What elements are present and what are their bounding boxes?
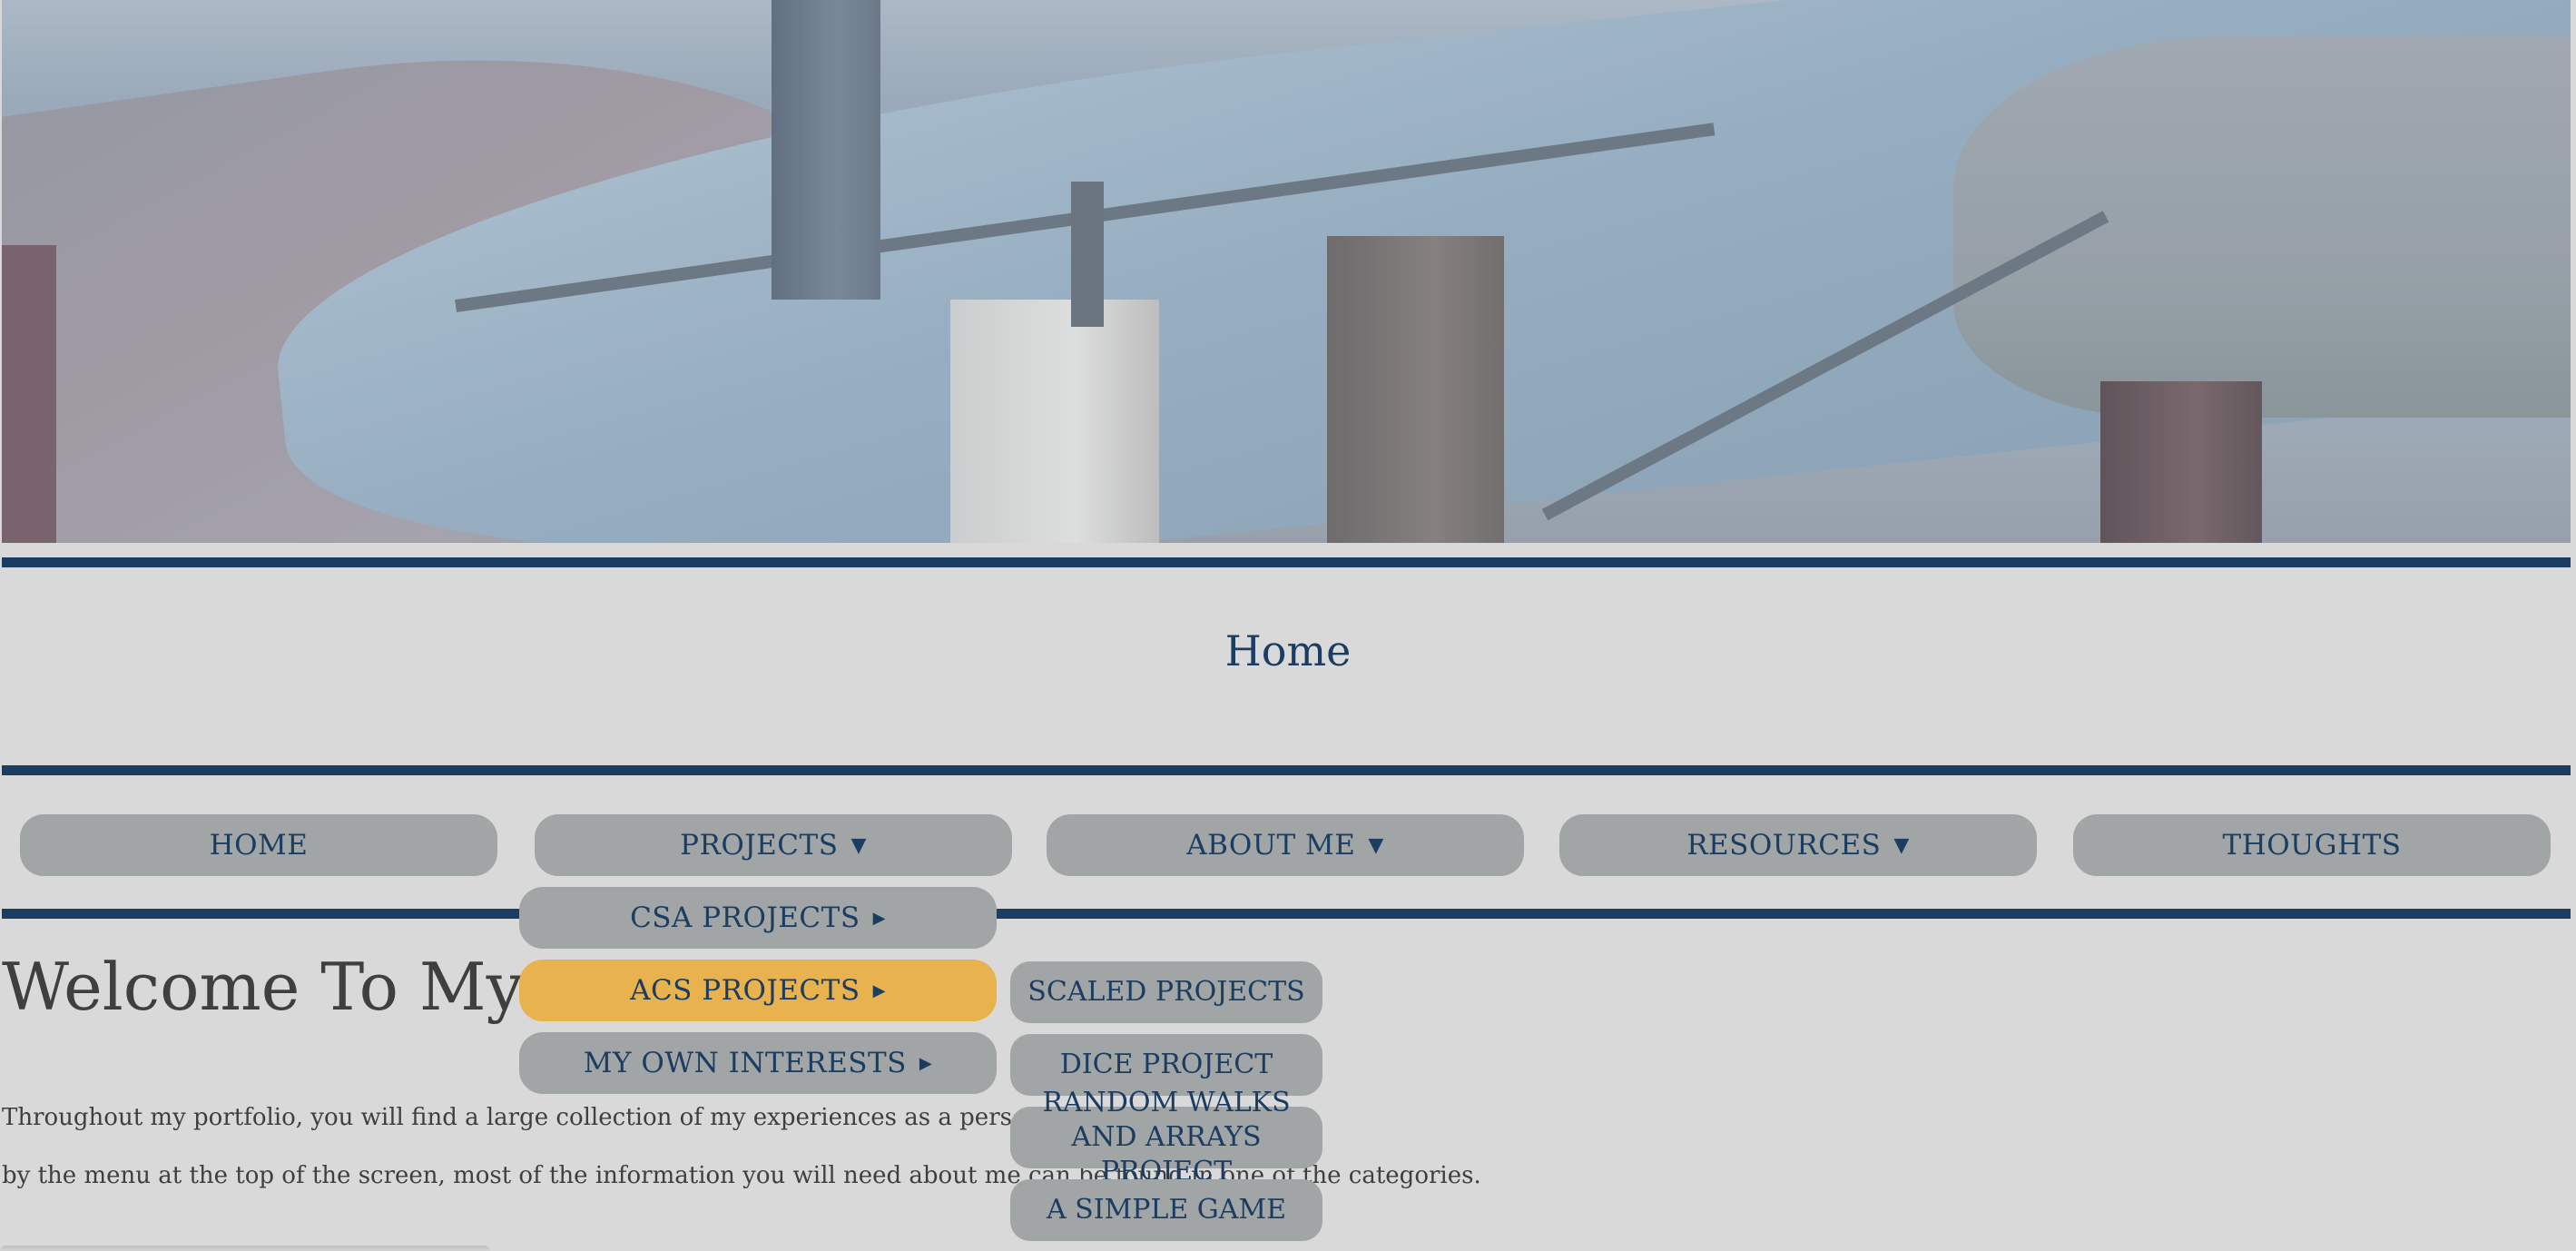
- nav-label: HOME: [209, 829, 309, 862]
- nav-projects-button[interactable]: PROJECTS ▼: [535, 814, 1012, 876]
- menu-acs-projects[interactable]: ACS PROJECTS ▶: [519, 960, 997, 1021]
- hero-image: [2, 0, 2571, 543]
- caret-down-icon: ▼: [1368, 833, 1384, 857]
- nav-rule: [2, 909, 2571, 919]
- caret-right-icon: ▶: [872, 908, 886, 928]
- caret-right-icon: ▶: [919, 1053, 933, 1073]
- caret-right-icon: ▶: [872, 980, 886, 1000]
- nav-label: RESOURCES: [1686, 829, 1882, 862]
- nav-thoughts-button[interactable]: THOUGHTS: [2073, 814, 2551, 876]
- nav-home-button[interactable]: HOME: [20, 814, 497, 876]
- caret-down-icon: ▼: [850, 833, 867, 857]
- submenu-a-simple-game[interactable]: A SIMPLE GAME: [1010, 1179, 1322, 1241]
- submenu-random-walks-arrays[interactable]: RANDOM WALKS AND ARRAYS PROJECT: [1010, 1087, 1322, 1187]
- nav-resources-button[interactable]: RESOURCES ▼: [1559, 814, 2037, 876]
- nav-label: THOUGHTS: [2222, 829, 2402, 862]
- page-title: Home: [1224, 626, 1352, 675]
- menu-label: MY OWN INTERESTS: [583, 1047, 907, 1079]
- nav-about-me-button[interactable]: ABOUT ME ▼: [1047, 814, 1524, 876]
- menu-label: ACS PROJECTS: [630, 974, 860, 1007]
- menu-csa-projects[interactable]: CSA PROJECTS ▶: [519, 887, 997, 949]
- submenu-scaled-projects[interactable]: SCALED PROJECTS: [1010, 961, 1322, 1023]
- title-rule: [2, 765, 2571, 775]
- menu-label: CSA PROJECTS: [630, 901, 860, 934]
- nav-label: PROJECTS: [680, 829, 839, 862]
- nav-label: ABOUT ME: [1186, 829, 1356, 862]
- menu-my-own-interests[interactable]: MY OWN INTERESTS ▶: [519, 1032, 997, 1094]
- caret-down-icon: ▼: [1893, 833, 1910, 857]
- scroll-shadow: [0, 1246, 490, 1251]
- top-rule: [2, 557, 2571, 567]
